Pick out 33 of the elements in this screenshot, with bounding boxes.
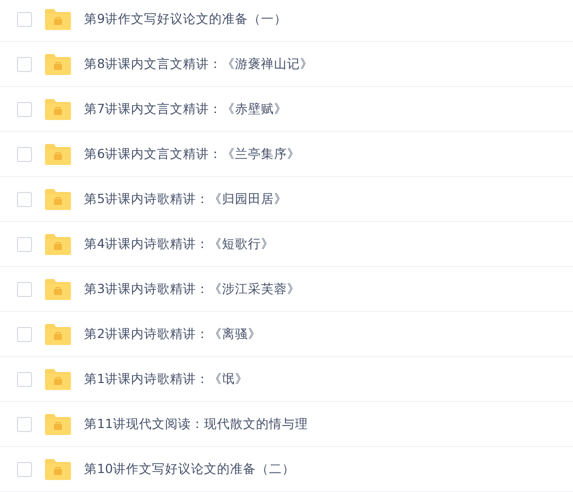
file-name[interactable]: 第4讲课内诗歌精讲：《短歌行》 [84,236,274,252]
checkbox[interactable] [17,372,32,386]
folder-icon [45,188,71,210]
file-name[interactable]: 第1讲课内诗歌精讲：《氓》 [84,370,248,388]
file-name[interactable]: 第5讲课内诗歌精讲：《归园田居》 [84,190,287,208]
folder-icon [45,458,71,480]
file-name[interactable]: 第2讲课内诗歌精讲：《离骚》 [84,326,261,342]
folder-icon [45,8,71,30]
folder-icon [45,368,71,390]
checkbox[interactable] [17,462,32,476]
checkbox[interactable] [17,416,32,432]
file-name[interactable]: 第6讲课内文言文精讲：《兰亭集序》 [84,146,300,162]
checkbox[interactable] [17,236,32,252]
file-name[interactable]: 第11讲现代文阅读：现代散文的情与理 [84,416,308,432]
folder-icon [45,54,71,74]
folder-icon [45,234,71,254]
folder-icon [45,324,71,344]
checkbox[interactable] [17,102,32,116]
checkbox[interactable] [17,56,32,72]
checkbox[interactable] [17,146,32,162]
folder-icon [45,414,71,434]
file-name[interactable]: 第9讲作文写好议论文的准备（一） [84,10,287,28]
checkbox[interactable] [17,192,32,206]
folder-icon [45,144,71,164]
folder-icon [45,98,71,120]
file-name[interactable]: 第10讲作文写好议论文的准备（二） [84,460,295,478]
file-name[interactable]: 第3讲课内诗歌精讲：《涉江采芙蓉》 [84,280,300,298]
checkbox[interactable] [17,12,32,26]
file-name[interactable]: 第7讲课内文言文精讲：《赤壁赋》 [84,100,287,118]
checkbox[interactable] [17,326,32,342]
checkbox[interactable] [17,282,32,296]
folder-icon [45,278,71,300]
file-name[interactable]: 第8讲课内文言文精讲：《游褒禅山记》 [84,56,313,72]
